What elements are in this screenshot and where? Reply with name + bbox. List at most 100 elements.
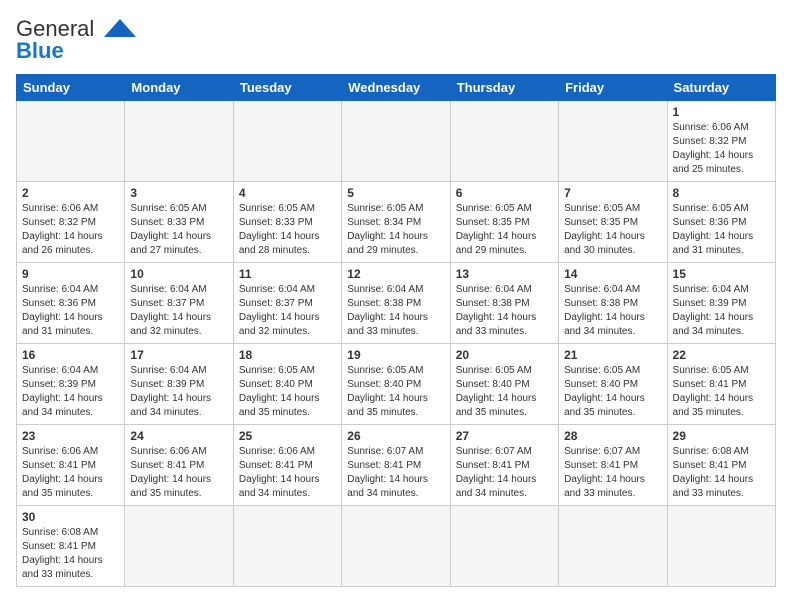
calendar-cell — [342, 101, 450, 182]
calendar-cell: 8 Sunrise: 6:05 AM Sunset: 8:36 PM Daylig… — [667, 182, 775, 263]
weekday-header-thursday: Thursday — [450, 75, 558, 101]
calendar-cell: 16 Sunrise: 6:04 AM Sunset: 8:39 PM Dayli… — [17, 344, 125, 425]
calendar-cell: 14 Sunrise: 6:04 AM Sunset: 8:38 PM Dayli… — [559, 263, 667, 344]
calendar-cell: 20 Sunrise: 6:05 AM Sunset: 8:40 PM Dayli… — [450, 344, 558, 425]
calendar-cell: 23Sunrise: 6:06 AM Sunset: 8:41 PM Dayli… — [17, 425, 125, 506]
calendar-cell: 4Sunrise: 6:05 AM Sunset: 8:33 PM Daylig… — [233, 182, 341, 263]
day-info: Sunrise: 6:08 AM Sunset: 8:41 PM Dayligh… — [22, 526, 119, 582]
day-info: Sunrise: 6:04 AM Sunset: 8:38 PM Dayligh… — [347, 283, 444, 339]
day-number: 25 — [239, 429, 336, 443]
day-number: 29 — [673, 429, 770, 443]
calendar-cell: 17Sunrise: 6:04 AM Sunset: 8:39 PM Dayli… — [125, 344, 233, 425]
weekday-header-monday: Monday — [125, 75, 233, 101]
day-info: Sunrise: 6:04 AM Sunset: 8:39 PM Dayligh… — [673, 283, 770, 339]
weekday-header-saturday: Saturday — [667, 75, 775, 101]
day-number: 24 — [130, 429, 227, 443]
day-info: Sunrise: 6:04 AM Sunset: 8:38 PM Dayligh… — [564, 283, 661, 339]
calendar-cell: 6 Sunrise: 6:05 AM Sunset: 8:35 PM Daylig… — [450, 182, 558, 263]
day-number: 10 — [130, 267, 227, 281]
calendar-cell: 25 Sunrise: 6:06 AM Sunset: 8:41 PM Dayli… — [233, 425, 341, 506]
calendar-cell: 5Sunrise: 6:05 AM Sunset: 8:34 PM Daylig… — [342, 182, 450, 263]
day-info: Sunrise: 6:04 AM Sunset: 8:37 PM Dayligh… — [239, 283, 336, 339]
calendar-cell: 21Sunrise: 6:05 AM Sunset: 8:40 PM Dayli… — [559, 344, 667, 425]
day-info: Sunrise: 6:04 AM Sunset: 8:39 PM Dayligh… — [130, 364, 227, 420]
day-number: 20 — [456, 348, 553, 362]
day-number: 8 — [673, 186, 770, 200]
day-number: 27 — [456, 429, 553, 443]
day-info: Sunrise: 6:06 AM Sunset: 8:41 PM Dayligh… — [239, 445, 336, 501]
calendar-cell: 19Sunrise: 6:05 AM Sunset: 8:40 PM Dayli… — [342, 344, 450, 425]
calendar-cell: 3Sunrise: 6:05 AM Sunset: 8:33 PM Daylig… — [125, 182, 233, 263]
week-row-2: 2 Sunrise: 6:06 AM Sunset: 8:32 PM Daylig… — [17, 182, 776, 263]
day-info: Sunrise: 6:05 AM Sunset: 8:40 PM Dayligh… — [239, 364, 336, 420]
calendar-cell: 28 Sunrise: 6:07 AM Sunset: 8:41 PM Dayli… — [559, 425, 667, 506]
day-number: 5 — [347, 186, 444, 200]
calendar-cell: 13Sunrise: 6:04 AM Sunset: 8:38 PM Dayli… — [450, 263, 558, 344]
calendar-cell — [125, 506, 233, 587]
week-row-1: 1 Sunrise: 6:06 AM Sunset: 8:32 PM Daylig… — [17, 101, 776, 182]
day-number: 22 — [673, 348, 770, 362]
calendar-cell: 10 Sunrise: 6:04 AM Sunset: 8:37 PM Dayli… — [125, 263, 233, 344]
weekday-header-friday: Friday — [559, 75, 667, 101]
day-number: 19 — [347, 348, 444, 362]
calendar-cell: 18Sunrise: 6:05 AM Sunset: 8:40 PM Dayli… — [233, 344, 341, 425]
logo-area: General Blue — [16, 16, 142, 64]
day-info: Sunrise: 6:04 AM Sunset: 8:38 PM Dayligh… — [456, 283, 553, 339]
day-info: Sunrise: 6:06 AM Sunset: 8:32 PM Dayligh… — [22, 202, 119, 258]
day-info: Sunrise: 6:05 AM Sunset: 8:41 PM Dayligh… — [673, 364, 770, 420]
day-number: 15 — [673, 267, 770, 281]
week-row-3: 9 Sunrise: 6:04 AM Sunset: 8:36 PM Daylig… — [17, 263, 776, 344]
calendar-cell: 22 Sunrise: 6:05 AM Sunset: 8:41 PM Dayli… — [667, 344, 775, 425]
day-number: 2 — [22, 186, 119, 200]
weekday-header-sunday: Sunday — [17, 75, 125, 101]
calendar-cell: 26 Sunrise: 6:07 AM Sunset: 8:41 PM Dayli… — [342, 425, 450, 506]
day-info: Sunrise: 6:05 AM Sunset: 8:40 PM Dayligh… — [456, 364, 553, 420]
calendar-cell: 7 Sunrise: 6:05 AM Sunset: 8:35 PM Daylig… — [559, 182, 667, 263]
calendar-cell — [233, 506, 341, 587]
weekday-header-tuesday: Tuesday — [233, 75, 341, 101]
calendar-cell: 9 Sunrise: 6:04 AM Sunset: 8:36 PM Daylig… — [17, 263, 125, 344]
weekday-header-wednesday: Wednesday — [342, 75, 450, 101]
logo-icon — [98, 17, 142, 41]
calendar-cell — [342, 506, 450, 587]
day-number: 21 — [564, 348, 661, 362]
day-number: 11 — [239, 267, 336, 281]
day-info: Sunrise: 6:07 AM Sunset: 8:41 PM Dayligh… — [564, 445, 661, 501]
day-info: Sunrise: 6:05 AM Sunset: 8:33 PM Dayligh… — [130, 202, 227, 258]
calendar-cell — [559, 506, 667, 587]
day-info: Sunrise: 6:06 AM Sunset: 8:32 PM Dayligh… — [673, 121, 770, 177]
day-number: 9 — [22, 267, 119, 281]
day-number: 6 — [456, 186, 553, 200]
calendar-cell: 11 Sunrise: 6:04 AM Sunset: 8:37 PM Dayli… — [233, 263, 341, 344]
day-number: 23 — [22, 429, 119, 443]
week-row-5: 23 Sunrise: 6:06 AM Sunset: 8:41 PM Dayli… — [17, 425, 776, 506]
day-number: 12 — [347, 267, 444, 281]
day-number: 26 — [347, 429, 444, 443]
calendar-cell — [450, 506, 558, 587]
day-number: 14 — [564, 267, 661, 281]
calendar-table: SundayMondayTuesdayWednesdayThursdayFrid… — [16, 74, 776, 587]
day-info: Sunrise: 6:05 AM Sunset: 8:36 PM Dayligh… — [673, 202, 770, 258]
calendar-cell — [450, 101, 558, 182]
day-info: Sunrise: 6:07 AM Sunset: 8:41 PM Dayligh… — [347, 445, 444, 501]
day-info: Sunrise: 6:05 AM Sunset: 8:35 PM Dayligh… — [564, 202, 661, 258]
calendar-cell: 30 Sunrise: 6:08 AM Sunset: 8:41 PM Dayli… — [17, 506, 125, 587]
day-number: 4 — [239, 186, 336, 200]
calendar-cell: 2 Sunrise: 6:06 AM Sunset: 8:32 PM Daylig… — [17, 182, 125, 263]
week-row-6: 30 Sunrise: 6:08 AM Sunset: 8:41 PM Dayli… — [17, 506, 776, 587]
day-number: 7 — [564, 186, 661, 200]
calendar-cell: 24Sunrise: 6:06 AM Sunset: 8:41 PM Dayli… — [125, 425, 233, 506]
calendar-cell — [559, 101, 667, 182]
day-number: 28 — [564, 429, 661, 443]
day-info: Sunrise: 6:04 AM Sunset: 8:37 PM Dayligh… — [130, 283, 227, 339]
day-number: 30 — [22, 510, 119, 524]
calendar-cell: 15 Sunrise: 6:04 AM Sunset: 8:39 PM Dayli… — [667, 263, 775, 344]
day-info: Sunrise: 6:07 AM Sunset: 8:41 PM Dayligh… — [456, 445, 553, 501]
calendar-cell — [233, 101, 341, 182]
day-info: Sunrise: 6:04 AM Sunset: 8:36 PM Dayligh… — [22, 283, 119, 339]
calendar-cell — [17, 101, 125, 182]
day-number: 16 — [22, 348, 119, 362]
day-number: 1 — [673, 105, 770, 119]
day-info: Sunrise: 6:04 AM Sunset: 8:39 PM Dayligh… — [22, 364, 119, 420]
day-info: Sunrise: 6:05 AM Sunset: 8:35 PM Dayligh… — [456, 202, 553, 258]
